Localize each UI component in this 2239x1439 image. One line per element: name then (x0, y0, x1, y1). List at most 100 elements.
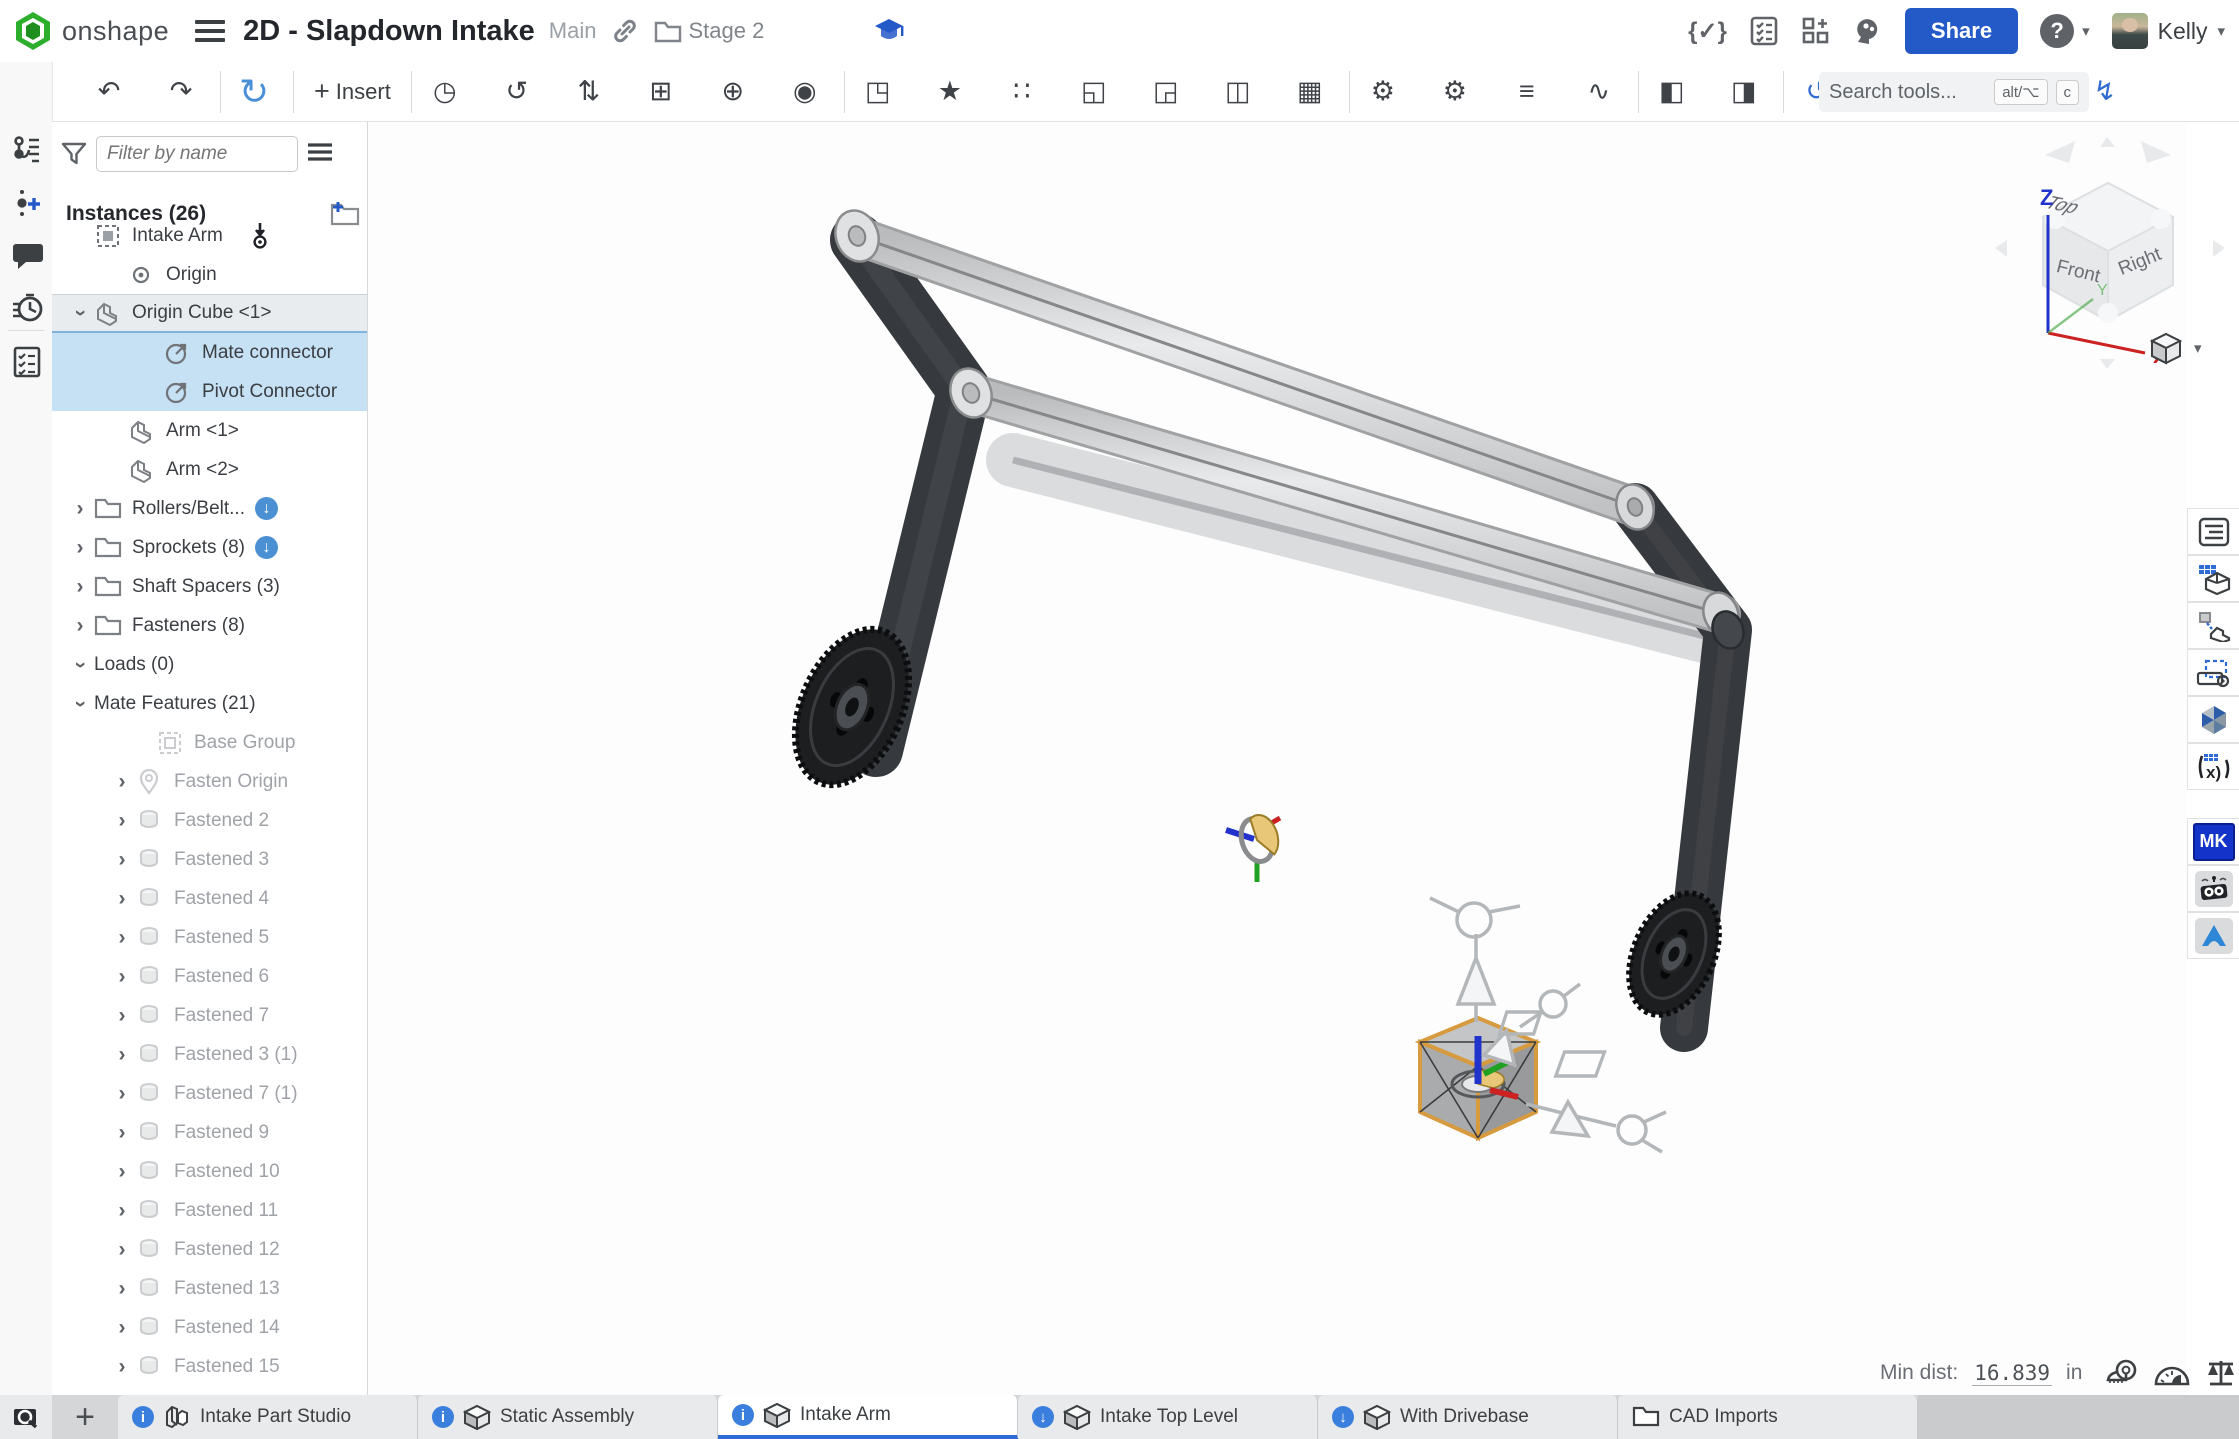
branch-name[interactable]: Main (549, 18, 597, 44)
tree-row[interactable]: Mate connector ↓ (52, 333, 367, 372)
toolbar-button[interactable]: ◷ (426, 69, 470, 115)
tree-row[interactable]: Shaft Spacers (3) ↓ (52, 567, 367, 606)
feature-script-icon[interactable]: {✓} (1688, 17, 1727, 46)
toolbar-button[interactable]: ↺ (498, 69, 542, 115)
element-tab[interactable]: i↓ Intake Top Level (1018, 1395, 1318, 1439)
mate-connector-marker[interactable] (1226, 811, 1283, 882)
toolbar-button[interactable] (1349, 71, 1350, 113)
tree-row[interactable]: Sprockets (8) ↓ (52, 528, 367, 567)
feature-list-panel-button[interactable] (2187, 508, 2239, 555)
document-title[interactable]: 2D - Slapdown Intake (243, 15, 535, 48)
tree-row[interactable]: Fastened 7 (1) ↓ (52, 1074, 367, 1113)
expand-chevron-icon[interactable] (66, 614, 94, 638)
share-button[interactable]: Share (1905, 8, 2018, 54)
tree-row[interactable]: Fastened 13 ↓ (52, 1269, 367, 1308)
expand-chevron-icon[interactable] (108, 887, 136, 911)
toolbar-button[interactable]: ◳ (859, 69, 903, 115)
element-tab[interactable]: i↓ Intake Arm (718, 1395, 1018, 1439)
filter-input[interactable] (96, 136, 298, 172)
element-tab[interactable]: i↓ Static Assembly (418, 1395, 718, 1439)
update-download-badge[interactable]: ↓ (255, 497, 278, 520)
toolbar-button[interactable] (1638, 71, 1639, 113)
expand-chevron-icon[interactable] (108, 848, 136, 872)
toolbar-button[interactable]: ⊞ (642, 69, 686, 115)
toolbar-button[interactable]: ↶ (90, 69, 134, 115)
tree-row[interactable]: Fastened 6 ↓ (52, 957, 367, 996)
mass-properties-icon[interactable] (2204, 1358, 2238, 1388)
selection-panel-button[interactable] (2187, 649, 2239, 696)
min-dist-value[interactable]: 16.839 (1972, 1361, 2052, 1386)
tree-row[interactable]: Origin ↓ (52, 255, 367, 294)
tab-search-button[interactable] (0, 1395, 52, 1439)
tree-row[interactable]: Rollers/Belt... ↓ (52, 489, 367, 528)
tree-row[interactable]: Fastened 2 ↓ (52, 801, 367, 840)
expand-chevron-icon[interactable] (66, 692, 94, 716)
help-icon[interactable]: ? (2040, 14, 2074, 48)
toolbar-button[interactable]: ⊕ (714, 69, 758, 115)
element-tab[interactable]: i↓ CAD Imports (1618, 1395, 1918, 1439)
protractor-icon[interactable] (2154, 1358, 2190, 1388)
toolbar-button[interactable] (293, 71, 294, 113)
comments-icon[interactable] (12, 240, 42, 270)
tape-measure-icon[interactable] (2106, 1358, 2140, 1388)
tree-row[interactable]: Fastened 15 ↓ (52, 1347, 367, 1386)
origin-cube[interactable] (1420, 1018, 1536, 1138)
tree-row[interactable]: Fasteners (8) ↓ (52, 606, 367, 645)
link-icon[interactable] (612, 18, 638, 44)
toolbar-button[interactable]: ◉ (786, 69, 830, 115)
toolbar-button[interactable]: ↯ (2086, 69, 2130, 115)
tree-row[interactable]: Fastened 5 ↓ (52, 918, 367, 957)
toolbar-button[interactable]: ◨ (1725, 69, 1769, 115)
expand-chevron-icon[interactable] (108, 1277, 136, 1301)
tree-row[interactable]: Fasten Origin ↓ (52, 762, 367, 801)
expand-chevron-icon[interactable] (108, 770, 136, 794)
expand-chevron-icon[interactable] (108, 1355, 136, 1379)
apps-icon[interactable] (1801, 16, 1831, 46)
expand-chevron-icon[interactable] (108, 1043, 136, 1067)
tree-row[interactable]: Fastened 4 ↓ (52, 879, 367, 918)
tree-row[interactable]: Fastened 3 ↓ (52, 840, 367, 879)
triangle-app-button[interactable] (2187, 912, 2239, 959)
avatar[interactable] (2112, 13, 2148, 49)
hamburger-menu-icon[interactable] (195, 15, 225, 47)
expand-chevron-icon[interactable] (108, 965, 136, 989)
toolbar-button[interactable] (220, 71, 221, 113)
add-tab-button[interactable]: + (52, 1395, 118, 1439)
tree-row[interactable]: Fastened 12 ↓ (52, 1230, 367, 1269)
tree-row[interactable]: Fastened 3 (1) ↓ (52, 1035, 367, 1074)
workspace-name[interactable]: Stage 2 (688, 18, 764, 44)
toolbar-button[interactable]: ∿ (1580, 69, 1624, 115)
tree-row[interactable]: Mate Features (21) ↓ (52, 684, 367, 723)
toolbar-button[interactable]: ≡ (1508, 69, 1552, 115)
follow-checklist-icon[interactable] (12, 346, 42, 376)
expand-chevron-icon[interactable] (108, 1004, 136, 1028)
view-options-caret-icon[interactable]: ▾ (2194, 339, 2202, 357)
tree-row[interactable]: Loads (0) ↓ (52, 645, 367, 684)
toolbar-button[interactable]: ◫ (1219, 69, 1263, 115)
toolbar-button[interactable]: + Insert (308, 69, 397, 115)
pinwheel-app-button[interactable] (2187, 696, 2239, 743)
user-caret-icon[interactable]: ▾ (2217, 22, 2225, 40)
view-mode-cube-icon[interactable] (2148, 330, 2184, 366)
user-name[interactable]: Kelly (2158, 18, 2208, 45)
element-tab[interactable]: i↓ Intake Part Studio (118, 1395, 418, 1439)
view-cube-body[interactable]: Top Front Right (2040, 183, 2173, 323)
filter-icon[interactable] (60, 140, 88, 168)
expand-chevron-icon[interactable] (66, 497, 94, 521)
update-download-badge[interactable]: ↓ (255, 536, 278, 559)
list-view-icon[interactable] (306, 142, 334, 166)
toolbar-button[interactable] (844, 71, 845, 113)
configurations-panel-button[interactable] (2187, 555, 2239, 602)
toolbar-button[interactable]: ↷ (162, 69, 206, 115)
tasks-icon[interactable] (1749, 16, 1779, 46)
expand-chevron-icon[interactable] (66, 575, 94, 599)
expand-chevron-icon[interactable] (108, 1238, 136, 1262)
toolbar-button[interactable]: ▦ (1291, 69, 1335, 115)
expand-chevron-icon[interactable] (108, 1121, 136, 1145)
toolbar-button[interactable]: ◧ (1653, 69, 1697, 115)
toolbar-button[interactable] (411, 71, 412, 113)
expand-chevron-icon[interactable] (108, 1082, 136, 1106)
derived-part-panel-button[interactable] (2187, 602, 2239, 649)
tree-row[interactable]: Origin Cube <1> ↓ (52, 294, 367, 333)
history-icon[interactable] (12, 292, 42, 322)
